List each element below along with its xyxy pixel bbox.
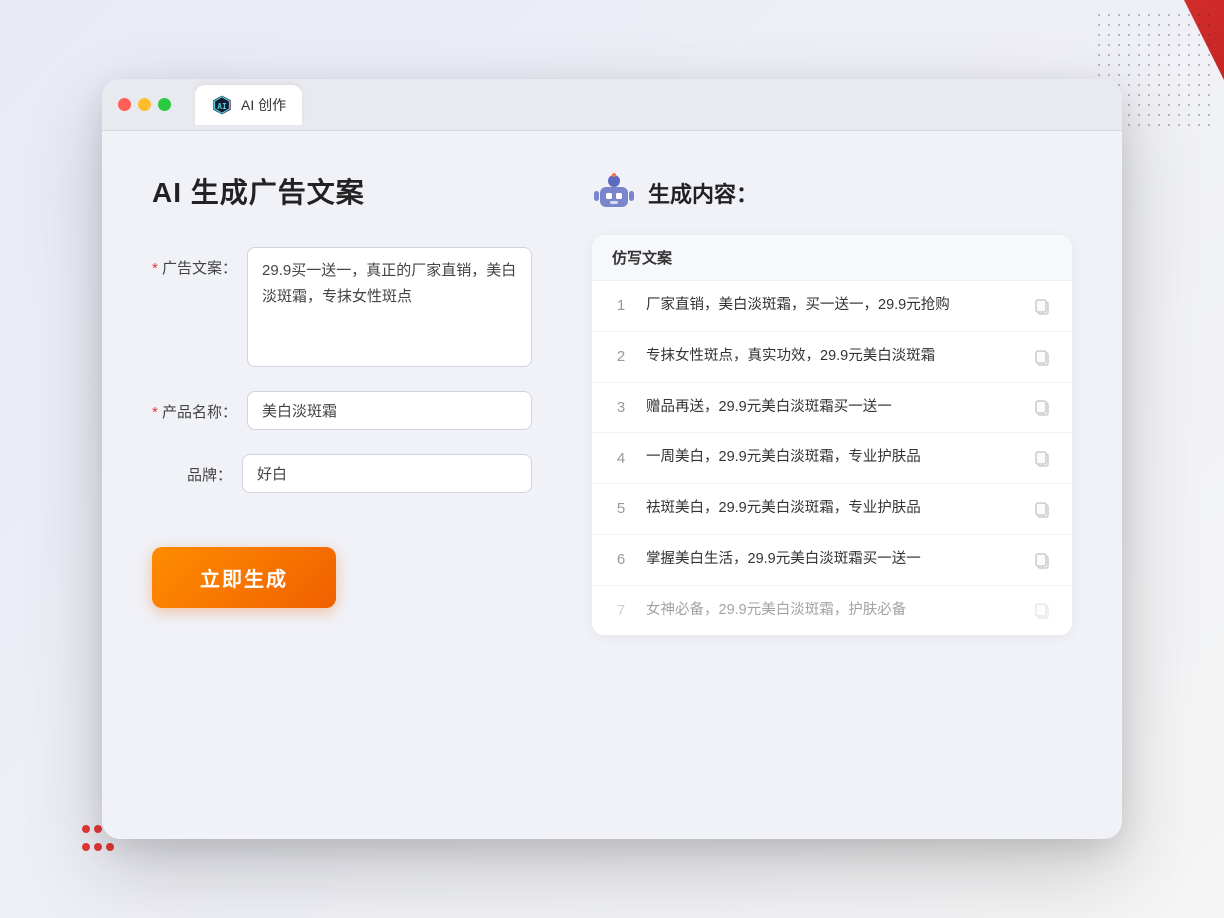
brand-group: 品牌： [152, 454, 532, 493]
result-rows-container: 1 厂家直销，美白淡斑霜，买一送一，29.9元抢购 2 专抹女性斑点，真实功效，… [592, 281, 1072, 635]
product-name-group: 产品名称： [152, 391, 532, 430]
result-table-header: 仿写文案 [592, 235, 1072, 281]
maximize-button[interactable] [158, 98, 171, 111]
robot-icon [592, 171, 636, 215]
row-text: 专抹女性斑点，真实功效，29.9元美白淡斑霜 [646, 346, 1016, 368]
tab-label: AI 创作 [241, 95, 286, 115]
ad-copy-label: 广告文案： [152, 247, 237, 278]
close-button[interactable] [118, 98, 131, 111]
main-content: AI 生成广告文案 广告文案： 29.9买一送一，真正的厂家直销，美白淡斑霜，专… [102, 131, 1122, 839]
traffic-lights [118, 98, 171, 111]
row-number: 6 [612, 551, 630, 568]
product-name-label: 产品名称： [152, 391, 237, 422]
table-row: 5 祛斑美白，29.9元美白淡斑霜，专业护肤品 [592, 484, 1072, 535]
brand-input[interactable] [242, 454, 532, 493]
right-panel: 生成内容： 仿写文案 1 厂家直销，美白淡斑霜，买一送一，29.9元抢购 2 专… [592, 171, 1072, 799]
row-text: 一周美白，29.9元美白淡斑霜，专业护肤品 [646, 447, 1016, 469]
row-text: 掌握美白生活，29.9元美白淡斑霜买一送一 [646, 549, 1016, 571]
table-row: 1 厂家直销，美白淡斑霜，买一送一，29.9元抢购 [592, 281, 1072, 332]
ai-tab-icon: AI [211, 94, 233, 116]
svg-text:AI: AI [217, 101, 227, 110]
result-header: 生成内容： [592, 171, 1072, 215]
table-row: 6 掌握美白生活，29.9元美白淡斑霜买一送一 [592, 535, 1072, 586]
table-row: 3 赠品再送，29.9元美白淡斑霜买一送一 [592, 383, 1072, 434]
row-text: 厂家直销，美白淡斑霜，买一送一，29.9元抢购 [646, 295, 1016, 317]
browser-window: AI AI 创作 AI 生成广告文案 广告文案： 29.9买一送一，真正的厂家直… [102, 79, 1122, 839]
copy-icon[interactable] [1032, 296, 1052, 316]
row-number: 1 [612, 297, 630, 314]
browser-titlebar: AI AI 创作 [102, 79, 1122, 131]
row-number: 7 [612, 602, 630, 619]
page-title: AI 生成广告文案 [152, 171, 532, 211]
row-text: 女神必备，29.9元美白淡斑霜，护肤必备 [646, 600, 1016, 622]
row-number: 2 [612, 348, 630, 365]
copy-icon[interactable] [1032, 347, 1052, 367]
ad-copy-group: 广告文案： 29.9买一送一，真正的厂家直销，美白淡斑霜，专抹女性斑点 [152, 247, 532, 367]
browser-tab[interactable]: AI AI 创作 [195, 85, 302, 125]
row-number: 4 [612, 450, 630, 467]
left-panel: AI 生成广告文案 广告文案： 29.9买一送一，真正的厂家直销，美白淡斑霜，专… [152, 171, 532, 799]
table-row: 4 一周美白，29.9元美白淡斑霜，专业护肤品 [592, 433, 1072, 484]
table-row: 2 专抹女性斑点，真实功效，29.9元美白淡斑霜 [592, 332, 1072, 383]
copy-icon[interactable] [1032, 448, 1052, 468]
product-name-input[interactable] [247, 391, 532, 430]
copy-icon[interactable] [1032, 550, 1052, 570]
row-number: 3 [612, 399, 630, 416]
brand-label: 品牌： [152, 454, 232, 485]
generate-button[interactable]: 立即生成 [152, 547, 336, 608]
result-table: 仿写文案 1 厂家直销，美白淡斑霜，买一送一，29.9元抢购 2 专抹女性斑点，… [592, 235, 1072, 635]
table-row: 7 女神必备，29.9元美白淡斑霜，护肤必备 [592, 586, 1072, 636]
minimize-button[interactable] [138, 98, 151, 111]
result-title: 生成内容： [648, 177, 758, 209]
ad-copy-input[interactable]: 29.9买一送一，真正的厂家直销，美白淡斑霜，专抹女性斑点 [247, 247, 532, 367]
copy-icon[interactable] [1032, 397, 1052, 417]
row-number: 5 [612, 500, 630, 517]
copy-icon[interactable] [1032, 600, 1052, 620]
row-text: 祛斑美白，29.9元美白淡斑霜，专业护肤品 [646, 498, 1016, 520]
copy-icon[interactable] [1032, 499, 1052, 519]
row-text: 赠品再送，29.9元美白淡斑霜买一送一 [646, 397, 1016, 419]
